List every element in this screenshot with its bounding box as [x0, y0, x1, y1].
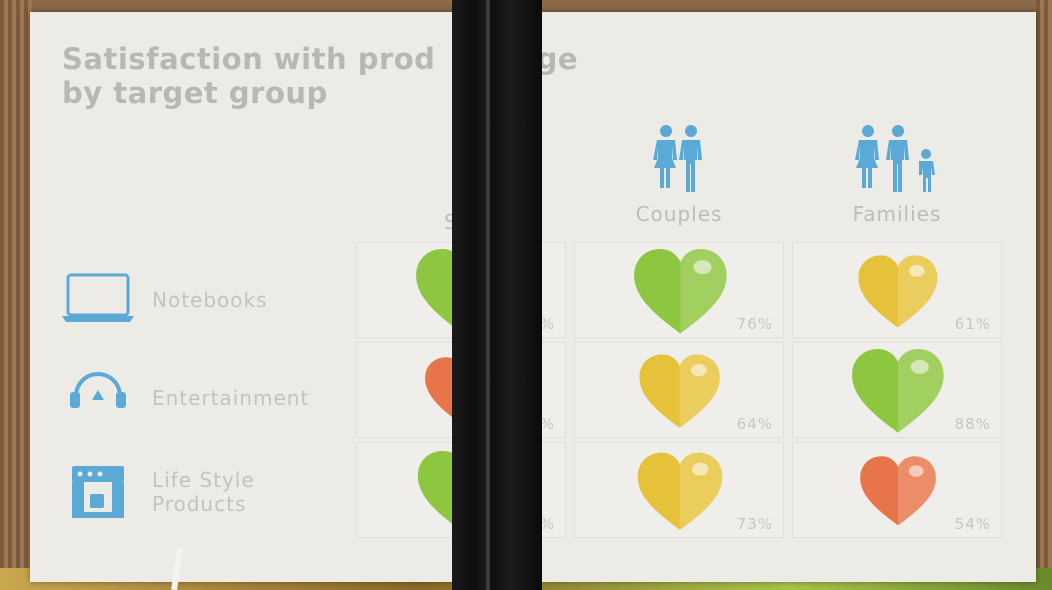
frame-post-gap [486, 0, 490, 590]
grid-cell: 64% [574, 342, 784, 438]
poster-title: Satisfaction with prodange by target gro… [62, 42, 682, 110]
column-label-families: Families [852, 202, 942, 226]
grid-cell: 61% [792, 242, 1002, 338]
column-header-couples: Couples [574, 124, 784, 226]
frame-post-left [452, 0, 490, 590]
heart-icon [639, 354, 721, 428]
grid-cell: 73% [574, 442, 784, 538]
frame-post-right [490, 0, 542, 590]
percentage-label: 76% [736, 315, 773, 333]
title-line1: Satisfaction with prod [62, 42, 436, 76]
row-label-notebooks: Notebooks [152, 288, 268, 312]
headphones-icon [70, 372, 126, 408]
column-label-couples: Couples [635, 202, 723, 226]
grid-cell: 54% [792, 442, 1002, 538]
row-label-entertainment: Entertainment [152, 386, 310, 410]
title-line2: by target group [62, 76, 328, 110]
percentage-label: 88% [954, 415, 991, 433]
couple-icon [653, 125, 702, 192]
percentage-label: 64% [736, 415, 773, 433]
row-label-lifestyle-products: Life Style Products [152, 468, 255, 516]
wood-background-left [0, 0, 32, 590]
column-header-families: Families [792, 124, 1002, 226]
grid-cell: 76% [574, 242, 784, 338]
family-icon [855, 125, 935, 192]
heart-icon [860, 456, 936, 526]
percentage-label: % [539, 415, 555, 433]
grid-cell: 88% [792, 342, 1002, 438]
laptop-icon [62, 273, 134, 322]
percentage-label: % [539, 315, 555, 333]
coffee-machine-icon [72, 466, 124, 518]
heart-icon [852, 349, 944, 433]
percentage-label: 54% [954, 515, 991, 533]
heart-icon [858, 254, 938, 328]
wood-background-right [1036, 0, 1052, 590]
percentage-label: % [539, 515, 555, 533]
percentage-label: 73% [736, 515, 773, 533]
heart-icon [633, 248, 727, 334]
percentage-label: 61% [954, 315, 991, 333]
heart-icon [637, 452, 723, 530]
